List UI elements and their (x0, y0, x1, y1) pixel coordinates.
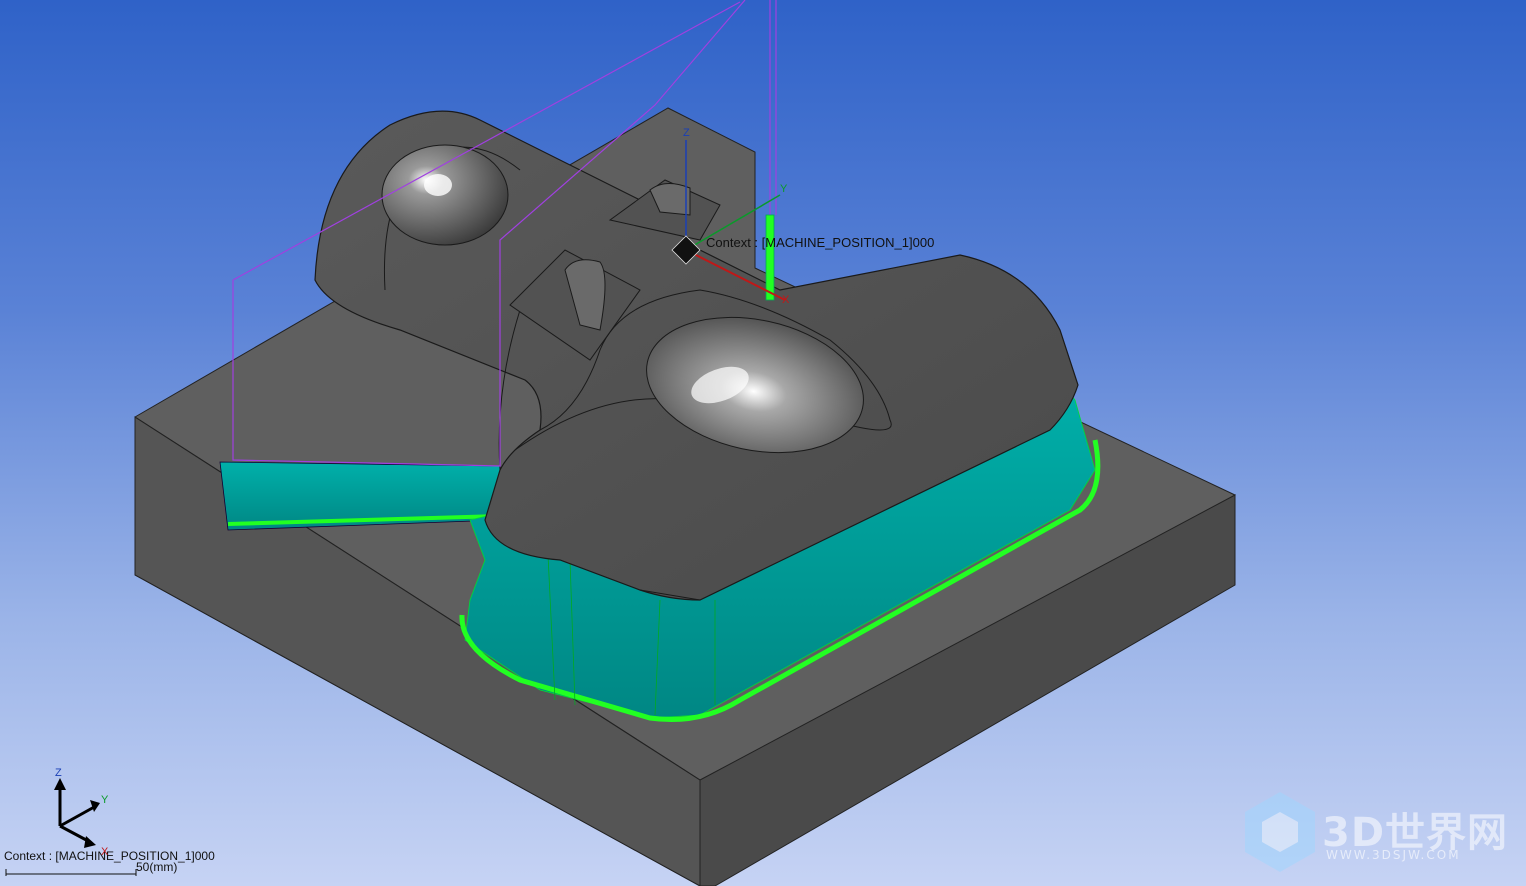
machining-scene: Z Y X (5, 0, 1315, 886)
svg-text:X: X (782, 294, 790, 306)
cutting-tool (765, 214, 775, 301)
svg-text:Z: Z (683, 127, 690, 139)
triad-x-label: X (101, 846, 109, 858)
context-label-main: Context : [MACHINE_POSITION_1]000 (706, 235, 935, 250)
cad-3d-viewport[interactable]: Z Y X Context : [MACHINE_POSITION_1]000 … (0, 0, 1526, 886)
rear-dome (381, 144, 509, 246)
triad-y-label: Y (101, 794, 109, 806)
view-triad (54, 778, 100, 848)
scale-bar-label: 50(mm) (136, 860, 178, 874)
watermark-url: WWW.3DSJW.COM (1326, 848, 1461, 862)
scale-bar (5, 869, 137, 876)
left-slot (219, 461, 501, 531)
triad-z-label: Z (55, 767, 62, 779)
context-label-corner: Context : [MACHINE_POSITION_1]000 (4, 849, 215, 863)
watermark: 3D世界网 WWW.3DSJW.COM (1240, 790, 1520, 880)
svg-text:Y: Y (780, 183, 788, 195)
